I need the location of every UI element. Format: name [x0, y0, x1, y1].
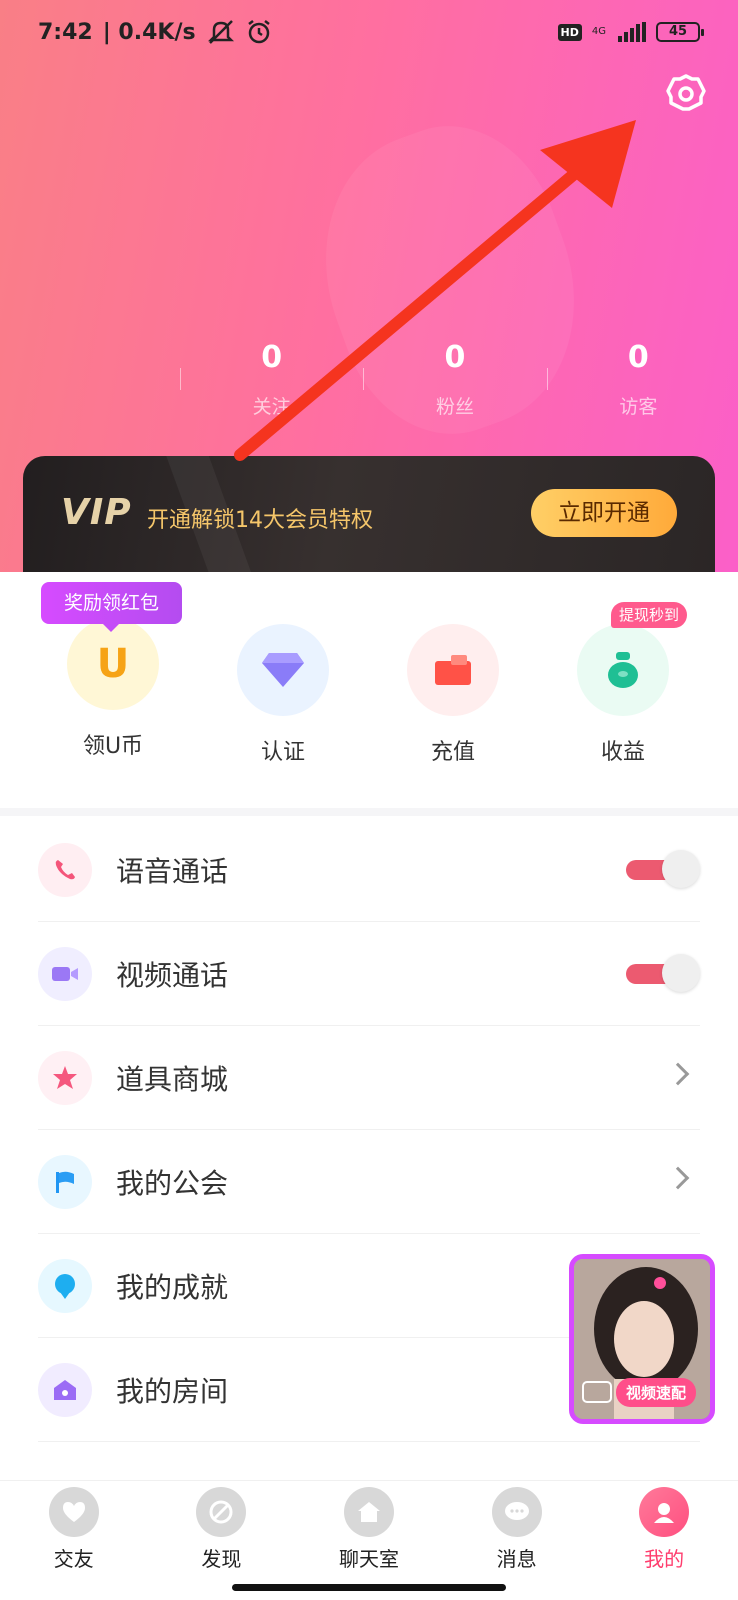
profile-icon — [639, 1487, 690, 1537]
vip-banner[interactable]: VIP 开通解锁14大会员特权 立即开通 — [23, 456, 715, 580]
menu-item-prop-store[interactable]: 道具商城 — [38, 1026, 700, 1130]
tab-label: 我的 — [644, 1547, 685, 1571]
quick-action-label: 收益 — [600, 740, 645, 765]
tab-label: 消息 — [496, 1547, 537, 1571]
mute-icon — [207, 20, 234, 44]
stat-label: 访客 — [619, 396, 658, 418]
stat-label: 关注 — [252, 396, 291, 418]
settings-gear-icon[interactable] — [665, 73, 707, 115]
tab-label: 发现 — [201, 1547, 242, 1571]
room-icon — [38, 1362, 92, 1417]
menu-item-label: 我的成就 — [116, 1270, 229, 1304]
video-match-label: 视频速配 — [616, 1377, 697, 1407]
signal-icon — [618, 22, 646, 42]
heart-icon — [48, 1487, 99, 1537]
reward-tooltip: 奖励领红包 — [41, 582, 182, 632]
bottom-tab-bar: 交友 发现 聊天室 消息 我的 — [0, 1480, 738, 1574]
vip-activate-button[interactable]: 立即开通 — [531, 489, 677, 537]
flag-icon — [38, 1154, 92, 1209]
video-match-tag: 视频速配 — [582, 1375, 704, 1409]
quick-action-label: 充值 — [430, 740, 475, 765]
alarm-icon — [247, 20, 270, 44]
money-bag-icon — [577, 624, 669, 716]
star-icon — [38, 1050, 92, 1105]
profile-stats: 0 关注 0 粉丝 0 访客 — [180, 338, 730, 428]
vip-logo: VIP — [61, 492, 132, 533]
phone-icon — [38, 842, 92, 897]
video-call-toggle[interactable] — [626, 954, 700, 994]
quick-action-earnings[interactable]: 收益 — [548, 618, 698, 766]
withdraw-badge: 提现秒到 — [611, 602, 688, 628]
menu-item-label: 我的房间 — [116, 1374, 229, 1408]
chat-icon — [491, 1487, 542, 1537]
quick-action-recharge[interactable]: 充值 — [378, 618, 528, 766]
house-icon — [343, 1487, 394, 1537]
menu-item-guild[interactable]: 我的公会 — [38, 1130, 700, 1234]
stat-following[interactable]: 0 关注 — [180, 338, 363, 428]
quick-action-label: 认证 — [260, 740, 305, 765]
vip-promo-text: 开通解锁14大会员特权 — [147, 508, 373, 533]
stat-value: 0 — [444, 340, 466, 375]
compass-icon — [196, 1487, 247, 1537]
wallet-icon — [407, 624, 499, 716]
medal-icon — [38, 1258, 92, 1313]
menu-item-label: 语音通话 — [116, 854, 229, 888]
chevron-right-icon — [666, 1062, 690, 1086]
quick-action-u-coin[interactable]: U 领U币 — [38, 618, 188, 760]
stat-label: 粉丝 — [435, 396, 474, 418]
stat-visitors[interactable]: 0 访客 — [546, 338, 730, 428]
menu-item-video-call[interactable]: 视频通话 — [38, 922, 700, 1026]
network-type: 4G — [591, 26, 606, 37]
stat-fans[interactable]: 0 粉丝 — [363, 338, 546, 428]
video-icon — [582, 1381, 612, 1403]
section-divider — [0, 808, 738, 816]
voice-call-toggle[interactable] — [626, 850, 700, 890]
menu-item-label: 道具商城 — [116, 1062, 229, 1096]
status-time: 7:42 — [38, 19, 93, 45]
status-bar: 7:42 | 0.4K/s HD 4G 45 — [38, 14, 704, 50]
diamond-icon — [237, 624, 329, 716]
menu-item-label: 视频通话 — [116, 958, 229, 992]
tab-label: 交友 — [53, 1547, 94, 1571]
status-speed: | 0.4K/s — [102, 19, 196, 45]
battery-icon: 45 — [656, 22, 704, 42]
video-match-card[interactable]: 视频速配 — [569, 1254, 715, 1424]
tab-me[interactable]: 我的 — [590, 1481, 738, 1574]
home-indicator[interactable] — [232, 1584, 506, 1591]
menu-item-voice-call[interactable]: 语音通话 — [38, 818, 700, 922]
hd-badge: HD — [557, 23, 582, 41]
tab-messages[interactable]: 消息 — [443, 1481, 591, 1574]
quick-action-label: 领U币 — [82, 734, 144, 759]
stat-value: 0 — [261, 340, 283, 375]
chevron-right-icon — [666, 1166, 690, 1190]
tab-discover[interactable]: 发现 — [148, 1481, 296, 1574]
tab-friends[interactable]: 交友 — [0, 1481, 148, 1574]
stat-value: 0 — [627, 340, 649, 375]
profile-header: 7:42 | 0.4K/s HD 4G 45 0 关注 0 粉丝 0 访客 VI… — [0, 0, 738, 600]
menu-item-label: 我的公会 — [116, 1166, 229, 1200]
quick-action-verify[interactable]: 认证 — [208, 618, 358, 766]
tab-chatroom[interactable]: 聊天室 — [295, 1481, 443, 1574]
video-camera-icon — [38, 946, 92, 1001]
tab-label: 聊天室 — [338, 1547, 399, 1571]
